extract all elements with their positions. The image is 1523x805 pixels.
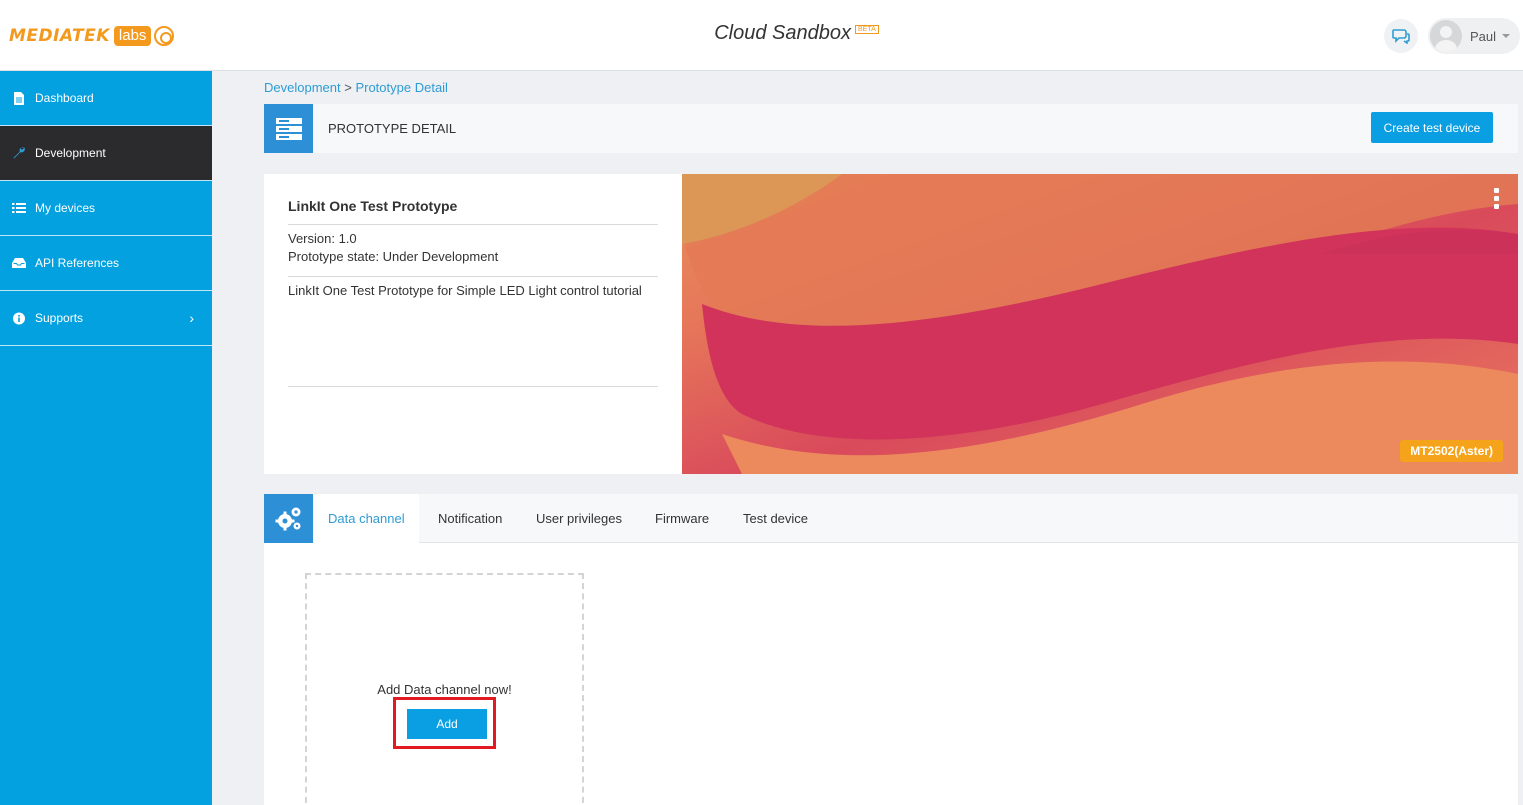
document-icon	[14, 91, 24, 105]
avatar	[1430, 20, 1462, 52]
tab-label: Firmware	[655, 511, 710, 526]
sidebar-item-label: My devices	[35, 201, 96, 215]
tab-test-device[interactable]: Test device	[743, 494, 808, 543]
tab-label: Notification	[438, 511, 503, 526]
empty-state-text: Add Data channel now!	[377, 682, 512, 697]
sidebar-item-dashboard[interactable]: Dashboard	[0, 71, 212, 126]
sidebar: Dashboard Development My devices API Ref…	[0, 71, 212, 805]
list-icon	[12, 203, 26, 213]
prototype-state: Prototype state: Under Development	[288, 249, 499, 264]
tab-label: Test device	[743, 511, 809, 526]
tab-user-privileges[interactable]: User privileges	[536, 494, 622, 543]
add-data-channel-placeholder: Add Data channel now! Add	[305, 573, 584, 805]
divider	[288, 276, 658, 277]
chat-bubbles-icon	[1392, 29, 1410, 44]
chat-button[interactable]	[1384, 19, 1418, 53]
breadcrumb-development-link[interactable]: Development	[264, 80, 341, 95]
sidebar-item-supports[interactable]: Supports ›	[0, 291, 212, 346]
breadcrumb-separator: >	[344, 80, 352, 95]
add-data-channel-button[interactable]: Add	[407, 709, 487, 739]
wrench-icon	[13, 147, 25, 159]
create-test-device-button[interactable]: Create test device	[1371, 112, 1493, 143]
data-channel-panel: Add Data channel now! Add	[264, 543, 1518, 805]
sidebar-item-development[interactable]: Development	[0, 126, 212, 181]
tab-data-channel[interactable]: Data channel	[314, 494, 419, 543]
prototype-banner-image: MT2502(Aster)	[682, 174, 1518, 474]
app-title: Cloud Sandbox BETA	[0, 22, 1523, 45]
inbox-icon	[12, 258, 26, 268]
sidebar-item-my-devices[interactable]: My devices	[0, 181, 212, 236]
chip-badge: MT2502(Aster)	[1400, 440, 1503, 462]
user-name: Paul	[1470, 28, 1497, 44]
breadcrumb-current[interactable]: Prototype Detail	[355, 80, 448, 95]
beta-badge: BETA	[855, 25, 879, 34]
prototype-name: LinkIt One Test Prototype	[288, 198, 458, 214]
tabs-bar: Data channel Notification User privilege…	[264, 494, 1518, 543]
tab-notification[interactable]: Notification	[438, 494, 502, 543]
divider	[288, 386, 658, 387]
tab-label: User privileges	[536, 511, 622, 526]
info-icon	[13, 312, 25, 324]
sidebar-item-label: API References	[35, 256, 120, 270]
prototype-version: Version: 1.0	[288, 231, 357, 246]
app-title-text: Cloud Sandbox	[714, 22, 851, 44]
sidebar-item-label: Dashboard	[35, 91, 94, 105]
highlight-box: Add	[393, 697, 496, 749]
top-bar: MEDIATEK labs Cloud Sandbox BETA Paul	[0, 0, 1523, 71]
page-title: PROTOTYPE DETAIL	[328, 121, 457, 136]
caret-down-icon	[1502, 34, 1511, 38]
breadcrumb: Development > Prototype Detail	[264, 80, 448, 95]
server-icon	[264, 104, 313, 153]
gears-icon	[264, 494, 313, 543]
chevron-right-icon: ›	[189, 310, 194, 326]
tab-firmware[interactable]: Firmware	[655, 494, 709, 543]
sidebar-item-label: Supports	[35, 311, 84, 325]
divider	[288, 224, 658, 225]
banner-artwork	[682, 174, 1518, 474]
prototype-description: LinkIt One Test Prototype for Simple LED…	[288, 283, 642, 298]
page-header: PROTOTYPE DETAIL Create test device	[264, 104, 1518, 153]
prototype-info-card: LinkIt One Test Prototype Version: 1.0 P…	[264, 174, 682, 474]
sidebar-item-label: Development	[35, 146, 106, 160]
tab-label: Data channel	[328, 511, 405, 526]
more-options-icon[interactable]	[1494, 188, 1500, 209]
sidebar-item-api-references[interactable]: API References	[0, 236, 212, 291]
user-menu[interactable]: Paul	[1428, 18, 1520, 54]
